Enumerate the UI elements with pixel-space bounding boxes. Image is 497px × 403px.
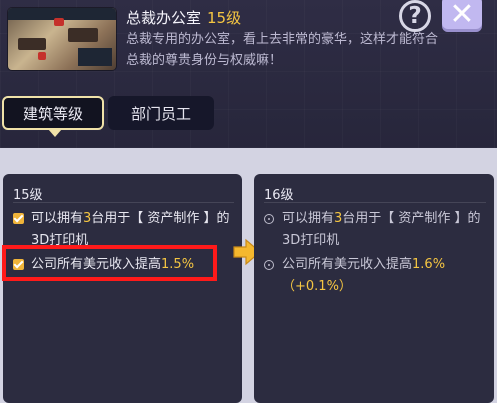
- building-title: 总裁办公室 15级: [126, 7, 241, 28]
- tab-building-level[interactable]: 建筑等级: [2, 96, 104, 137]
- next-perk-income: 公司所有美元收入提高1.6%（+0.1%）: [264, 254, 486, 298]
- divider: [13, 202, 234, 203]
- current-level-card: 15级 可以拥有3台用于【 资产制作 】的3D打印机 公司所有美元收入提高1.5…: [3, 174, 242, 403]
- building-name: 总裁办公室: [126, 9, 202, 27]
- close-button[interactable]: ✕: [442, 0, 482, 32]
- tab-label: 部门员工: [130, 104, 191, 123]
- help-button[interactable]: ?: [399, 0, 431, 32]
- building-thumbnail: [8, 8, 116, 70]
- tab-department-staff[interactable]: 部门员工: [108, 96, 214, 130]
- tab-label: 建筑等级: [22, 104, 83, 123]
- highlight-frame: [2, 245, 217, 281]
- next-level-label: 16级: [264, 188, 294, 203]
- current-level-label: 15级: [13, 188, 43, 203]
- next-level-card: 16级 可以拥有3台用于【 资产制作 】的3D打印机 公司所有美元收入提高1.6…: [254, 174, 494, 403]
- next-perk-printer: 可以拥有3台用于【 资产制作 】的3D打印机: [264, 208, 486, 252]
- close-x-icon: ✕: [449, 0, 475, 32]
- building-level: 15级: [207, 9, 242, 27]
- question-circle-icon: ?: [408, 3, 422, 29]
- checkbox-checked-icon: [13, 213, 24, 224]
- circle-bullet-icon: [264, 260, 274, 270]
- divider: [264, 202, 486, 203]
- circle-bullet-icon: [264, 214, 274, 224]
- building-description: 总裁专用的办公室，看上去非常的豪华，这样才能符合总裁的尊贵身份与权威嘛！: [126, 32, 439, 68]
